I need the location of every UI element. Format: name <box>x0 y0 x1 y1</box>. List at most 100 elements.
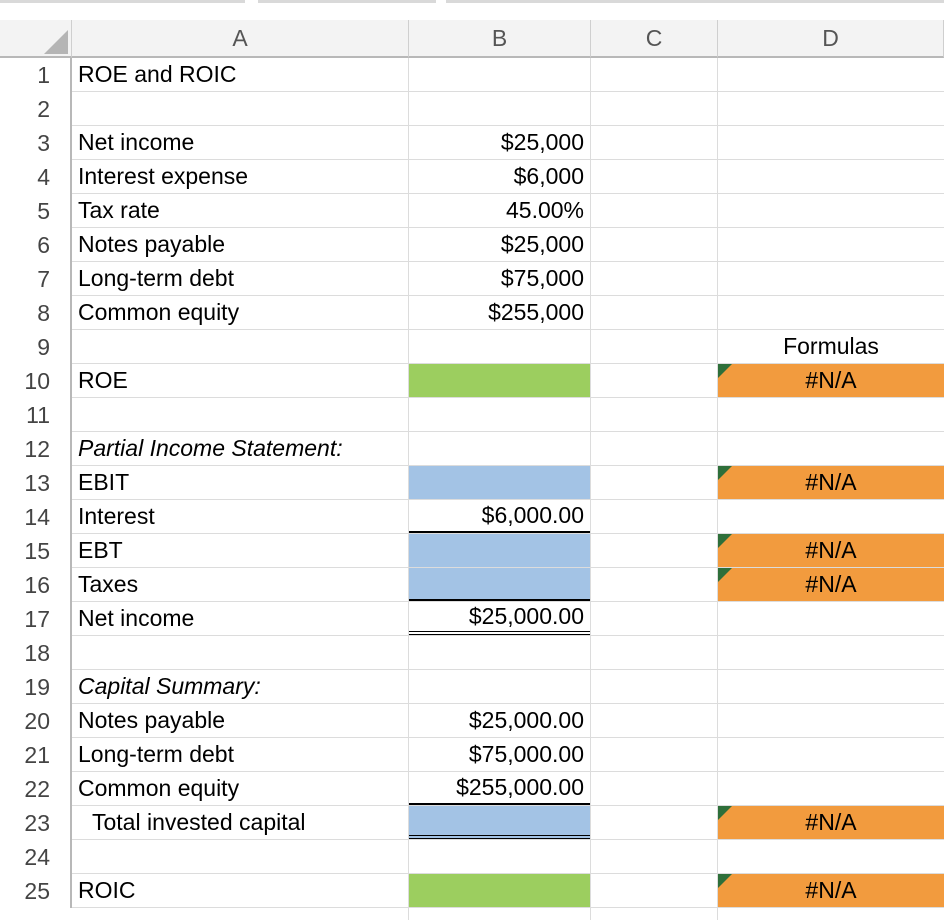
notes-payable-label-cell[interactable]: Notes payable <box>72 704 408 737</box>
roic-label-cell[interactable]: ROIC <box>72 874 408 907</box>
error-indicator-icon[interactable] <box>718 568 732 582</box>
input-label-cell[interactable]: Common equity <box>72 296 408 329</box>
row-header[interactable]: 12 <box>0 432 72 466</box>
row-header[interactable]: 19 <box>0 670 72 704</box>
row-header[interactable]: 6 <box>0 228 72 262</box>
roic-answer-cell[interactable] <box>409 874 590 907</box>
taxes-answer-cell[interactable] <box>409 568 590 601</box>
error-indicator-icon[interactable] <box>718 466 732 480</box>
row-number: 11 <box>26 401 50 428</box>
input-value-cell[interactable]: $255,000 <box>409 296 590 329</box>
row-number: 25 <box>24 877 50 904</box>
row-number: 18 <box>24 639 50 666</box>
capital-summary-heading[interactable]: Capital Summary: <box>72 670 408 703</box>
row-header[interactable]: 15 <box>0 534 72 568</box>
row-number: 17 <box>24 605 50 632</box>
row-number: 22 <box>24 775 50 802</box>
row-number: 21 <box>24 741 50 768</box>
ebit-answer-cell[interactable] <box>409 466 590 499</box>
column-header-c[interactable]: C <box>591 20 718 58</box>
error-indicator-icon[interactable] <box>718 534 732 548</box>
select-all-corner[interactable] <box>0 20 72 58</box>
row-header[interactable]: 3 <box>0 126 72 160</box>
taxes-label-cell[interactable]: Taxes <box>72 568 408 601</box>
error-indicator-icon[interactable] <box>718 874 732 888</box>
row-header[interactable]: 10 <box>0 364 72 398</box>
row-header[interactable]: 5 <box>0 194 72 228</box>
row-header[interactable]: 9 <box>0 330 72 364</box>
row-number: 1 <box>37 61 50 88</box>
interest-label-cell[interactable]: Interest <box>72 500 408 533</box>
ebt-answer-cell[interactable] <box>409 534 590 567</box>
row-header[interactable]: 8 <box>0 296 72 330</box>
row-number: 19 <box>24 673 50 700</box>
roe-label-cell[interactable]: ROE <box>72 364 408 397</box>
column-header-d[interactable]: D <box>718 20 944 58</box>
row-header[interactable]: 20 <box>0 704 72 738</box>
ebt-label-cell[interactable]: EBT <box>72 534 408 567</box>
gridline <box>72 839 944 840</box>
row-header[interactable]: 24 <box>0 840 72 874</box>
input-value-cell[interactable]: $25,000 <box>409 126 590 159</box>
gridline <box>72 91 944 92</box>
row-number: 16 <box>24 571 50 598</box>
column-header-a[interactable]: A <box>72 20 409 58</box>
total-capital-formula-cell[interactable]: #N/A <box>718 806 944 839</box>
roe-formula-cell[interactable]: #N/A <box>718 364 944 397</box>
roe-answer-cell[interactable] <box>409 364 590 397</box>
input-label-cell[interactable]: Net income <box>72 126 408 159</box>
income-statement-heading[interactable]: Partial Income Statement: <box>72 432 408 465</box>
net-income-value-cell[interactable]: $25,000.00 <box>409 602 590 635</box>
input-value-cell[interactable]: $75,000 <box>409 262 590 295</box>
input-label-cell[interactable]: Interest expense <box>72 160 408 193</box>
row-header[interactable]: 7 <box>0 262 72 296</box>
row-header[interactable]: 17 <box>0 602 72 636</box>
taxes-formula-cell[interactable]: #N/A <box>718 568 944 601</box>
row-header[interactable]: 23 <box>0 806 72 840</box>
input-value-cell[interactable]: $25,000 <box>409 228 590 261</box>
formulas-header-cell[interactable]: Formulas <box>718 330 944 363</box>
row-header[interactable]: 18 <box>0 636 72 670</box>
row-number: 8 <box>37 299 50 326</box>
ebt-formula-cell[interactable]: #N/A <box>718 534 944 567</box>
net-income-label-cell[interactable]: Net income <box>72 602 408 635</box>
gridline <box>590 58 591 920</box>
error-indicator-icon[interactable] <box>718 364 732 378</box>
common-equity-value-cell[interactable]: $255,000.00 <box>409 772 590 805</box>
row-number: 13 <box>24 469 50 496</box>
row-number: 12 <box>24 435 50 462</box>
total-capital-label-cell[interactable]: Total invested capital <box>72 806 408 839</box>
sheet-title-cell[interactable]: ROE and ROIC <box>72 58 408 91</box>
row-number: 14 <box>24 503 50 530</box>
common-equity-label-cell[interactable]: Common equity <box>72 772 408 805</box>
ebit-label-cell[interactable]: EBIT <box>72 466 408 499</box>
row-header[interactable]: 1 <box>0 58 72 92</box>
ebit-formula-cell[interactable]: #N/A <box>718 466 944 499</box>
row-header[interactable]: 4 <box>0 160 72 194</box>
row-number: 6 <box>37 231 50 258</box>
row-number: 7 <box>37 265 50 292</box>
row-header[interactable]: 11 <box>0 398 72 432</box>
row-header[interactable]: 22 <box>0 772 72 806</box>
row-header[interactable]: 25 <box>0 874 72 908</box>
row-header[interactable]: 2 <box>0 92 72 126</box>
row-header[interactable]: 21 <box>0 738 72 772</box>
row-header[interactable]: 16 <box>0 568 72 602</box>
notes-payable-value-cell[interactable]: $25,000.00 <box>409 704 590 737</box>
input-label-cell[interactable]: Notes payable <box>72 228 408 261</box>
row-header[interactable]: 13 <box>0 466 72 500</box>
column-header-b[interactable]: B <box>409 20 591 58</box>
row-number: 15 <box>24 537 50 564</box>
input-value-cell[interactable]: $6,000 <box>409 160 590 193</box>
input-value-cell[interactable]: 45.00% <box>409 194 590 227</box>
error-indicator-icon[interactable] <box>718 806 732 820</box>
gridline <box>72 907 944 908</box>
input-label-cell[interactable]: Tax rate <box>72 194 408 227</box>
long-term-debt-label-cell[interactable]: Long-term debt <box>72 738 408 771</box>
total-capital-answer-cell[interactable] <box>409 806 590 839</box>
long-term-debt-value-cell[interactable]: $75,000.00 <box>409 738 590 771</box>
input-label-cell[interactable]: Long-term debt <box>72 262 408 295</box>
row-header[interactable]: 14 <box>0 500 72 534</box>
interest-value-cell[interactable]: $6,000.00 <box>409 500 590 533</box>
roic-formula-cell[interactable]: #N/A <box>718 874 944 907</box>
